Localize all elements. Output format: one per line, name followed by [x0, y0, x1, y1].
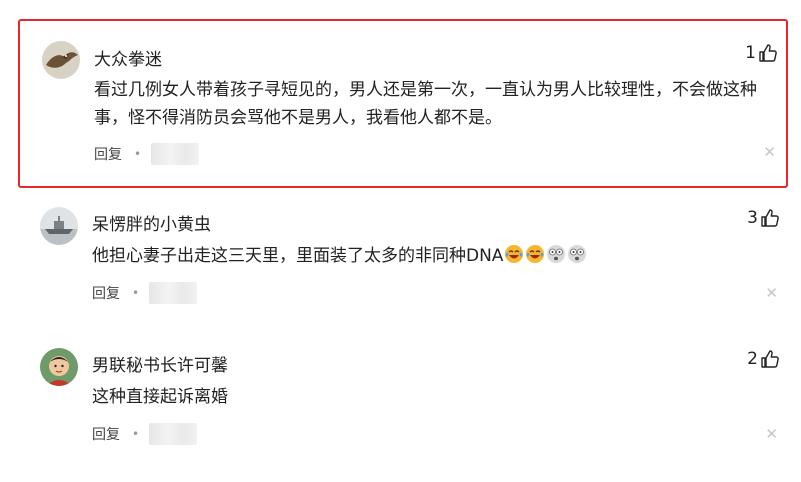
reply-button[interactable]: 回复: [92, 283, 120, 303]
eagle-avatar-icon: [42, 41, 80, 79]
laugh-cry-emoji: [526, 245, 545, 263]
separator-dot: •: [132, 427, 140, 441]
shocked-emoji: [547, 245, 566, 263]
comment-item-1: 大众拳迷 1 看过几例女人带着孩子寻短见的，男人还是第一次，一直认为男人比较理性…: [18, 19, 788, 188]
like-count: 1: [745, 43, 756, 63]
timestamp-redacted: [149, 423, 198, 445]
avatar[interactable]: [40, 348, 78, 386]
comment-text: 看过几例女人带着孩子寻短见的，男人还是第一次，一直认为男人比较理性，不会做这种事…: [94, 80, 757, 128]
timestamp-redacted: [151, 143, 200, 165]
comment-text-row: 他担心妻子出走这三天里，里面装了太多的非同种DNA: [92, 242, 782, 270]
like-button[interactable]: 3: [747, 208, 780, 228]
like-button[interactable]: 2: [747, 349, 780, 369]
comment-item-3: 男联秘书长许可馨 2 这种直接起诉离婚 回复 • ✕: [18, 328, 788, 478]
laugh-cry-emoji: [505, 245, 524, 263]
like-count: 3: [747, 208, 758, 228]
comment-list: 大众拳迷 1 看过几例女人带着孩子寻短见的，男人还是第一次，一直认为男人比较理性…: [0, 0, 801, 482]
separator-dot: •: [132, 286, 140, 300]
username[interactable]: 呆愣胖的小黄虫: [92, 210, 211, 235]
thumbs-up-icon: [759, 44, 777, 62]
reply-row: 回复 •: [92, 282, 198, 304]
comment-text: 这种直接起诉离婚: [92, 387, 228, 407]
close-icon[interactable]: ✕: [765, 284, 778, 302]
close-icon[interactable]: ✕: [763, 143, 776, 161]
reply-button[interactable]: 回复: [94, 144, 122, 164]
close-icon[interactable]: ✕: [765, 425, 778, 443]
thumbs-up-icon: [761, 350, 779, 368]
timestamp-redacted: [149, 282, 198, 304]
reply-row: 回复 •: [92, 423, 198, 445]
avatar[interactable]: [42, 41, 80, 79]
comment-item-2: 呆愣胖的小黄虫 3 他担心妻子出走这三天里，里面装了太多的非同种DNA 回复 •…: [18, 188, 788, 328]
ship-avatar-icon: [40, 207, 78, 245]
username[interactable]: 大众拳迷: [94, 45, 162, 70]
like-button[interactable]: 1: [745, 43, 778, 63]
comment-text: 他担心妻子出走这三天里，里面装了太多的非同种DNA: [92, 246, 504, 266]
reply-row: 回复 •: [94, 143, 200, 165]
separator-dot: •: [134, 147, 142, 161]
like-count: 2: [747, 349, 758, 369]
child-avatar-icon: [40, 348, 78, 386]
avatar[interactable]: [40, 207, 78, 245]
thumbs-up-icon: [761, 209, 779, 227]
shocked-emoji: [568, 245, 587, 263]
reply-button[interactable]: 回复: [92, 424, 120, 444]
username[interactable]: 男联秘书长许可馨: [92, 351, 228, 376]
